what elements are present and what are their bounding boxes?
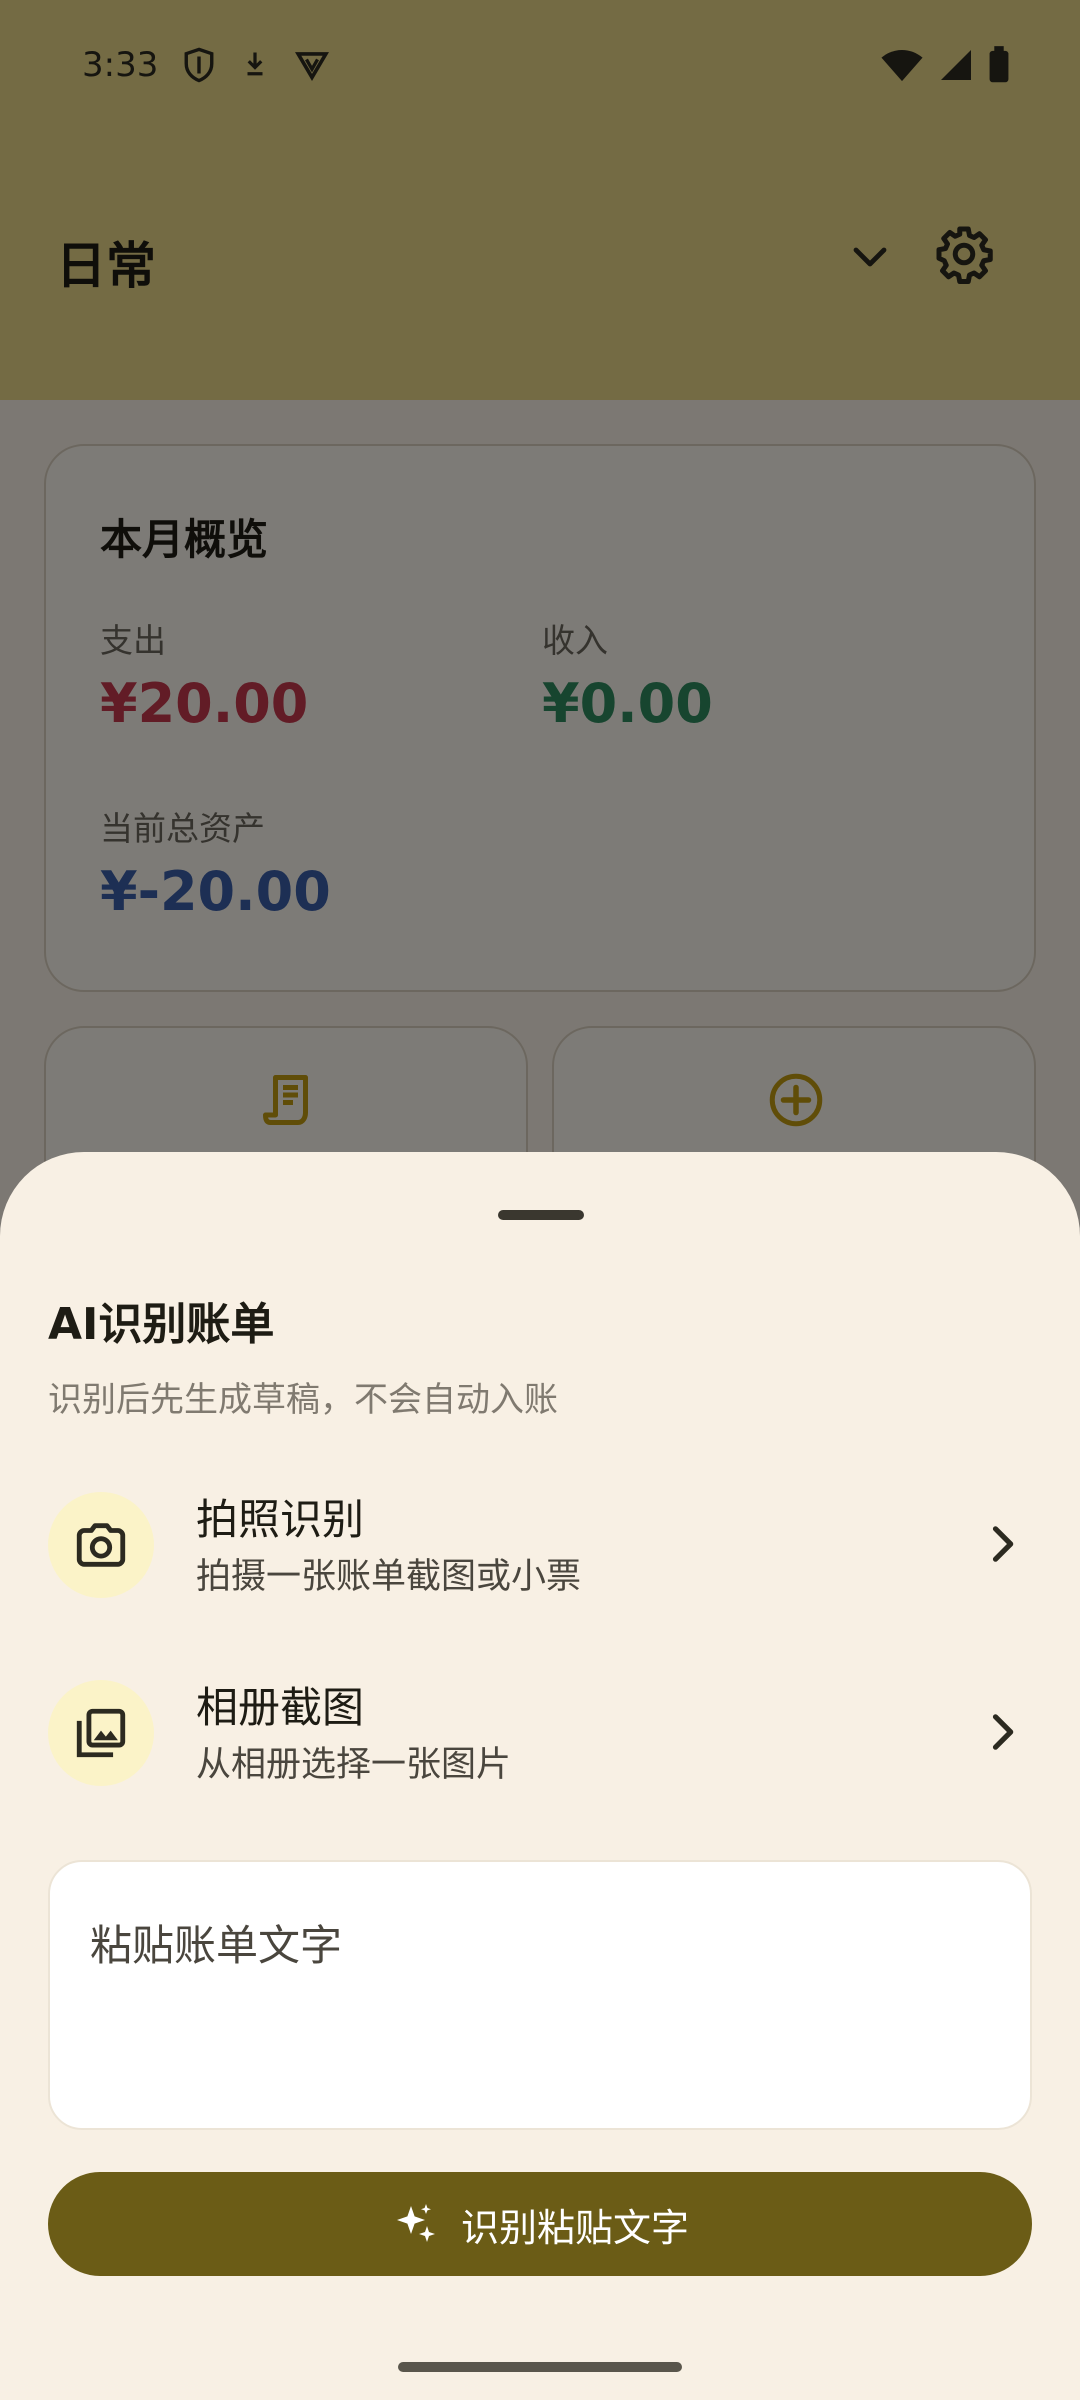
drag-handle[interactable] bbox=[498, 1210, 584, 1220]
scrim-top[interactable] bbox=[0, 0, 1080, 400]
sheet-subtitle: 识别后先生成草稿，不会自动入账 bbox=[48, 1380, 558, 1420]
paste-text-field[interactable]: 粘贴账单文字 bbox=[48, 1860, 1032, 2130]
ai-recognize-bottom-sheet: AI识别账单 识别后先生成草稿，不会自动入账 拍照识别 拍摄一张账单截图或小票 … bbox=[0, 1152, 1080, 2400]
option-description: 拍摄一张账单截图或小票 bbox=[196, 1557, 582, 1597]
option-icon-bg bbox=[48, 1680, 154, 1786]
option-icon-bg bbox=[48, 1492, 154, 1598]
sparkle-icon bbox=[396, 2204, 435, 2242]
recognize-paste-button[interactable]: 识别粘贴文字 bbox=[48, 2172, 1032, 2276]
option-title: 拍照识别 bbox=[196, 1495, 365, 1544]
option-take-photo[interactable]: 拍照识别 拍摄一张账单截图或小票 bbox=[0, 1472, 1080, 1632]
gallery-icon bbox=[76, 1708, 126, 1758]
recognize-button-label: 识别粘贴文字 bbox=[460, 2205, 689, 2250]
chevron-right-icon bbox=[992, 1714, 1014, 1750]
chevron-right-icon bbox=[992, 1526, 1014, 1562]
paste-text-placeholder[interactable]: 粘贴账单文字 bbox=[90, 1912, 990, 1973]
option-description: 从相册选择一张图片 bbox=[196, 1745, 512, 1785]
option-title: 相册截图 bbox=[196, 1683, 365, 1732]
camera-icon bbox=[76, 1523, 126, 1567]
gesture-nav-handle[interactable] bbox=[398, 2362, 682, 2372]
option-gallery-screenshot[interactable]: 相册截图 从相册选择一张图片 bbox=[0, 1660, 1080, 1820]
sheet-title: AI识别账单 bbox=[48, 1299, 275, 1350]
